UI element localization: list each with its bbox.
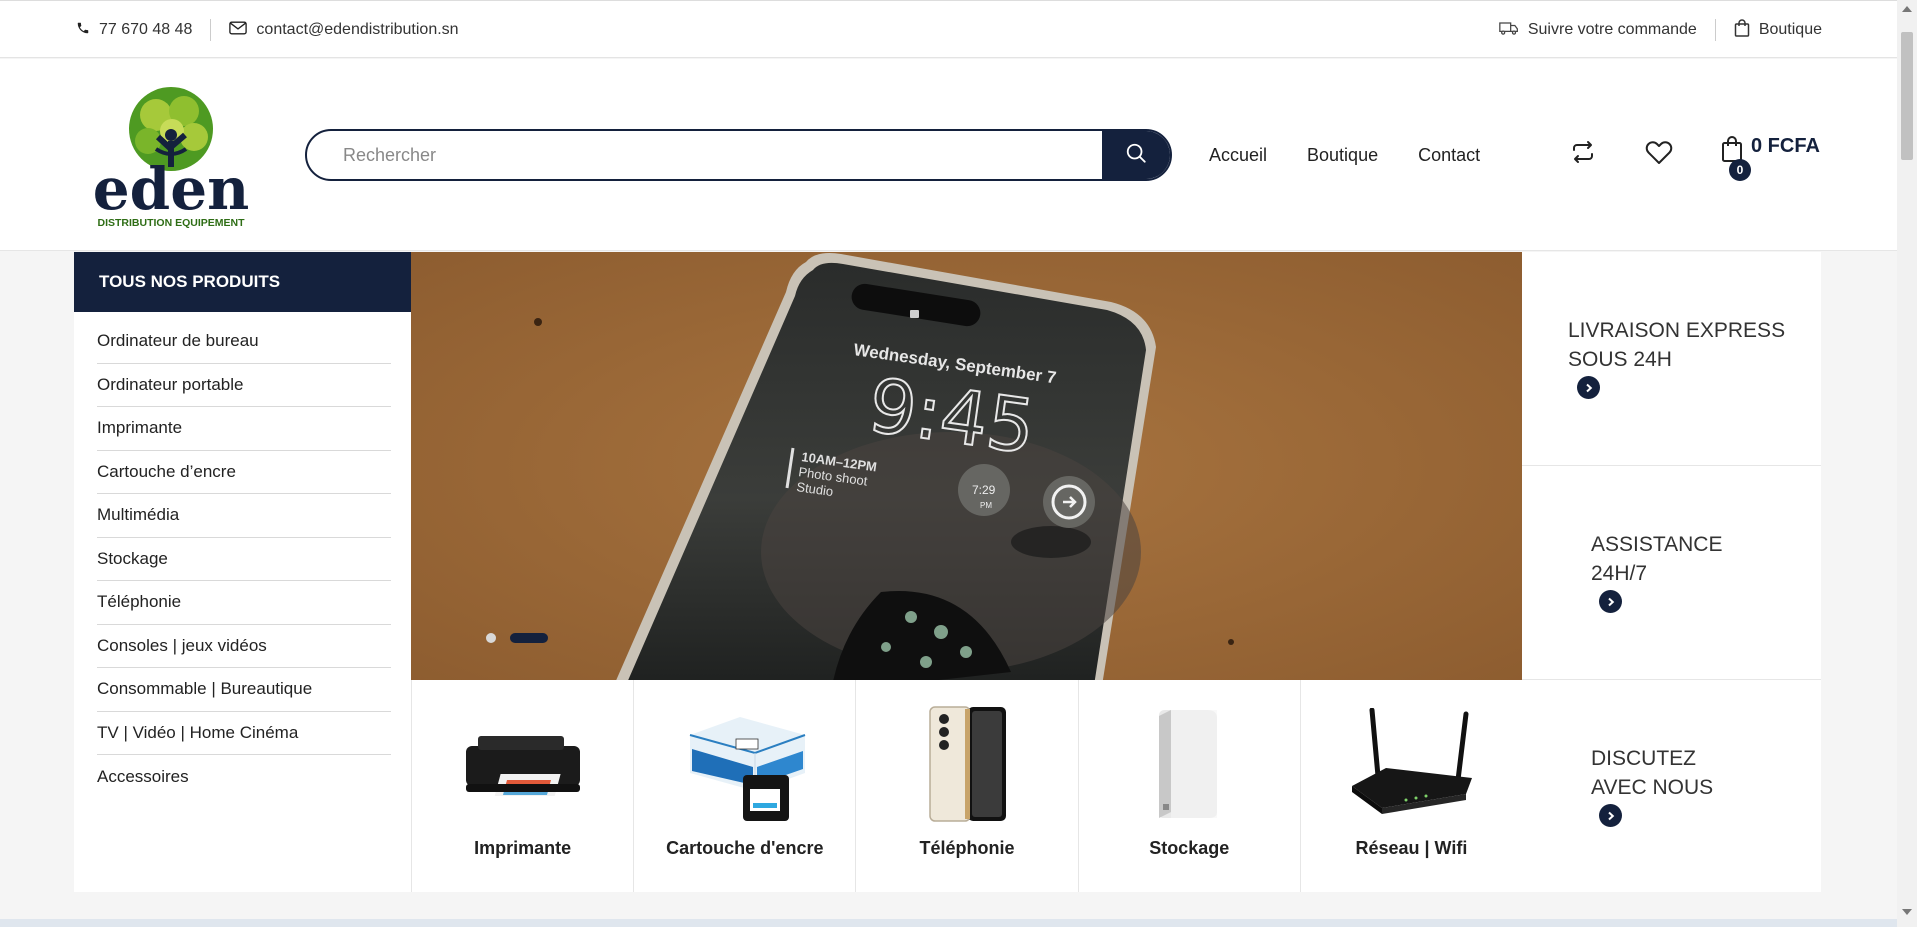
slider-dot-2-active[interactable] (510, 633, 548, 643)
wishlist-heart-icon[interactable] (1644, 137, 1674, 167)
slider-dot-1[interactable] (486, 633, 496, 643)
ink-cartridge-image (634, 704, 855, 824)
service-delivery-text: LIVRAISON EXPRESS SOUS 24H (1568, 319, 1786, 371)
search-button[interactable] (1102, 131, 1170, 179)
sidebar-item-consommable[interactable]: Consommable | Bureautique (97, 668, 391, 712)
svg-text:7:29: 7:29 (972, 483, 996, 497)
svg-text:eden: eden (93, 155, 250, 223)
category-sidebar: TOUS NOS PRODUITS Ordinateur de bureau O… (74, 252, 411, 892)
service-assistance[interactable]: ASSISTANCE 24H/7 (1522, 466, 1821, 680)
category-name: Stockage (1149, 838, 1230, 858)
sidebar-item-stockage[interactable]: Stockage (97, 538, 391, 581)
category-list: Ordinateur de bureau Ordinateur portable… (74, 312, 411, 799)
category-tile-stockage[interactable]: Stockage (1077, 680, 1300, 892)
slider-dots (486, 633, 548, 643)
top-info-bar: 77 670 48 48 contact@edendistribution.sn… (0, 0, 1897, 58)
nav-item-contact[interactable]: Contact (1418, 145, 1480, 166)
svg-text:PM: PM (980, 501, 992, 510)
track-order-label: Suivre votre commande (1527, 21, 1697, 38)
service-chat[interactable]: DISCUTEZ AVEC NOUS (1522, 680, 1821, 892)
category-name: Imprimante (474, 838, 572, 858)
service-delivery[interactable]: LIVRAISON EXPRESS SOUS 24H (1522, 252, 1821, 466)
sidebar-item-ordinateur-bureau[interactable]: Ordinateur de bureau (97, 320, 391, 364)
sidebar-title: TOUS NOS PRODUITS (74, 252, 411, 312)
sidebar-item-accessoires[interactable]: Accessoires (97, 755, 391, 799)
sidebar-item-consoles[interactable]: Consoles | jeux vidéos (97, 625, 391, 668)
wifi-router-image (1301, 704, 1522, 824)
category-name: Réseau | Wifi (1355, 838, 1468, 858)
track-order-link[interactable]: Suivre votre commande (1499, 21, 1697, 40)
scrollbar-thumb[interactable] (1901, 32, 1913, 160)
top-links: Suivre votre commande Boutique (1499, 1, 1822, 59)
page-bottom-strip (0, 919, 1897, 927)
email-contact[interactable]: contact@edendistribution.sn (229, 20, 459, 40)
smartphone-image (856, 704, 1077, 824)
nav-item-boutique[interactable]: Boutique (1307, 145, 1378, 166)
search-icon (1125, 142, 1147, 169)
category-name: Cartouche d'encre (666, 838, 824, 858)
shop-link[interactable]: Boutique (1734, 18, 1822, 42)
shop-label: Boutique (1758, 21, 1822, 38)
category-tiles: Imprimante Cartouche d'encre Téléphonie … (411, 680, 1522, 892)
svg-text:DISTRIBUTION EQUIPEMENT: DISTRIBUTION EQUIPEMENT (97, 217, 245, 229)
nav-item-accueil[interactable]: Accueil (1209, 145, 1267, 166)
phone-icon (76, 21, 90, 40)
cart-count-badge: 0 (1729, 159, 1751, 181)
sidebar-item-tv-video[interactable]: TV | Vidéo | Home Cinéma (97, 712, 391, 755)
category-tile-imprimante[interactable]: Imprimante (411, 680, 633, 892)
service-chat-text: DISCUTEZ AVEC NOUS (1591, 747, 1714, 799)
service-assistance-text: ASSISTANCE 24H/7 (1591, 533, 1723, 585)
sidebar-item-multimedia[interactable]: Multimédia (97, 494, 391, 538)
phone-contact[interactable]: 77 670 48 48 (76, 21, 192, 40)
scroll-up-arrow-icon[interactable] (1902, 6, 1912, 12)
sidebar-item-telephonie[interactable]: Téléphonie (97, 581, 391, 625)
chevron-right-icon[interactable] (1577, 376, 1600, 399)
hero-slider[interactable]: Wednesday, September 7 9:45 10AM–12PM Ph… (411, 252, 1522, 680)
compare-icon[interactable] (1568, 137, 1598, 167)
page-scrollbar[interactable] (1897, 0, 1917, 927)
storage-drive-image (1079, 704, 1300, 824)
main-header: eden DISTRIBUTION EQUIPEMENT Accueil Bou… (0, 59, 1897, 251)
chevron-right-icon[interactable] (1599, 590, 1622, 613)
sidebar-item-cartouche[interactable]: Cartouche d’encre (97, 451, 391, 494)
services-panel: LIVRAISON EXPRESS SOUS 24H ASSISTANCE 24… (1522, 252, 1821, 892)
header-icons (1568, 137, 1674, 167)
sidebar-item-imprimante[interactable]: Imprimante (97, 407, 391, 451)
truck-icon (1499, 21, 1519, 40)
printer-image (412, 704, 633, 824)
divider (210, 19, 212, 41)
contact-info: 77 670 48 48 contact@edendistribution.sn (76, 1, 459, 59)
divider (1714, 19, 1716, 41)
chevron-right-icon[interactable] (1599, 804, 1622, 827)
shopping-bag-icon (1734, 18, 1750, 42)
mail-icon (229, 20, 248, 40)
search-input[interactable] (307, 131, 1102, 179)
search-bar (305, 129, 1172, 181)
category-tile-reseau[interactable]: Réseau | Wifi (1299, 680, 1522, 892)
cart-total: 0 FCFA (1751, 135, 1820, 157)
email-address: contact@edendistribution.sn (256, 21, 459, 38)
category-tile-telephonie[interactable]: Téléphonie (855, 680, 1077, 892)
sidebar-item-ordinateur-portable[interactable]: Ordinateur portable (97, 364, 391, 407)
scroll-down-arrow-icon[interactable] (1902, 909, 1912, 915)
main-nav: Accueil Boutique Contact (1209, 59, 1480, 251)
phone-number: 77 670 48 48 (99, 21, 193, 38)
eden-logo[interactable]: eden DISTRIBUTION EQUIPEMENT (86, 81, 256, 229)
cart-button[interactable]: 0 0 FCFA (1721, 135, 1820, 181)
hero-phone-image: Wednesday, September 7 9:45 10AM–12PM Ph… (411, 252, 1522, 680)
category-name: Téléphonie (919, 838, 1015, 858)
category-tile-cartouche[interactable]: Cartouche d'encre (633, 680, 855, 892)
